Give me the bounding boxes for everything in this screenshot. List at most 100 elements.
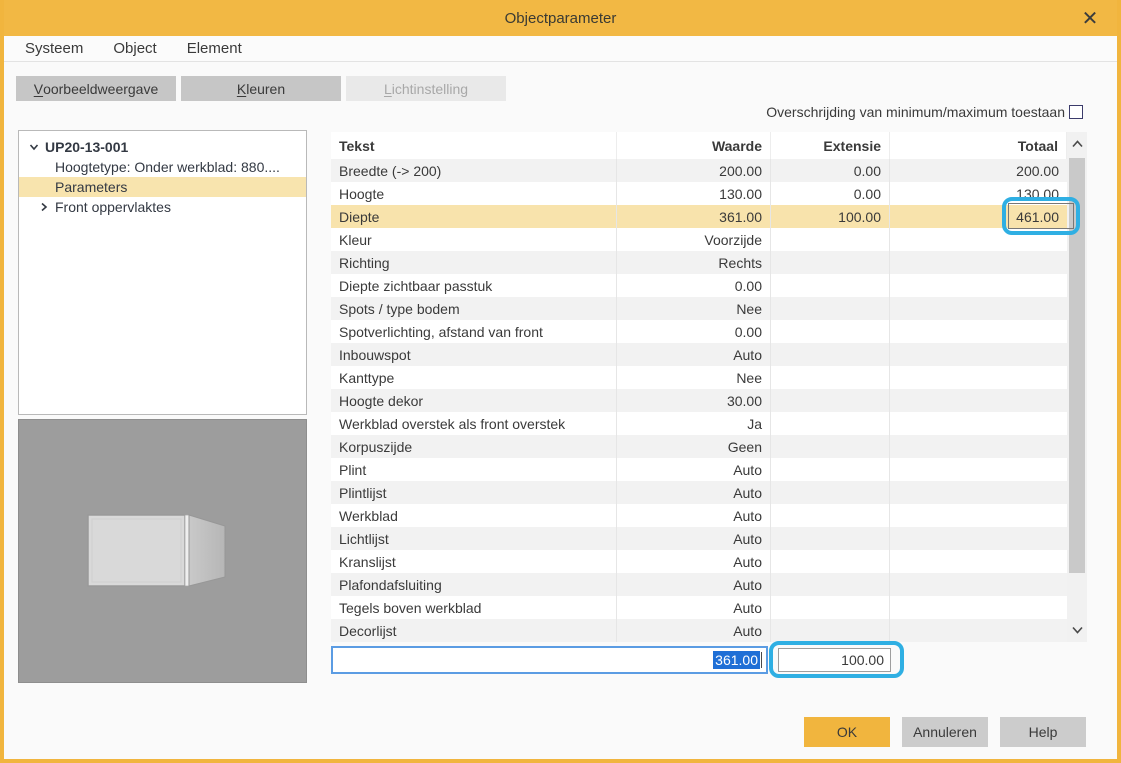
extensie-cell [771,550,890,573]
table-row[interactable]: Breedte (-> 200) 200.00 0.00 200.00 [331,159,1067,182]
waarde-cell: 361.00 [617,205,771,228]
extensie-cell [771,320,890,343]
table-row[interactable]: Kanttype Nee [331,366,1067,389]
waarde-cell: Nee [617,366,771,389]
totaal-cell [890,251,1067,274]
waarde-cell: Auto [617,343,771,366]
table-row[interactable]: Werkblad Auto [331,504,1067,527]
table-row[interactable]: Richting Rechts [331,251,1067,274]
table-row[interactable]: Plafondafsluiting Auto [331,573,1067,596]
tekst-cell: Richting [331,251,617,274]
table-row[interactable]: Kleur Voorzijde [331,228,1067,251]
waarde-cell: Auto [617,504,771,527]
extensie-cell [771,366,890,389]
table-row[interactable]: Werkblad overstek als front overstek Ja [331,412,1067,435]
tree-root-label: UP20-13-001 [45,139,129,155]
extensie-cell [771,481,890,504]
tree-root-item[interactable]: UP20-13-001 [19,137,306,157]
tree-item-front-oppervlaktes[interactable]: Front oppervlaktes [19,197,306,217]
extensie-cell [771,619,890,642]
header-extensie[interactable]: Extensie [771,132,890,159]
ok-button[interactable]: OK [804,717,890,747]
table-row[interactable]: Plintlijst Auto [331,481,1067,504]
menu-item-element[interactable]: Element [187,40,242,57]
waarde-cell: Auto [617,458,771,481]
table-row[interactable]: Tegels boven werkblad Auto [331,596,1067,619]
scrollbar-thumb[interactable] [1069,158,1085,573]
overflow-checkbox[interactable] [1069,105,1083,119]
table-row[interactable]: Kranslijst Auto [331,550,1067,573]
text-caret [761,652,762,668]
tekst-cell: Hoogte [331,182,617,205]
totaal-cell: 461.00 [1016,208,1059,225]
header-waarde[interactable]: Waarde [617,132,771,159]
waarde-cell: 130.00 [617,182,771,205]
waarde-cell: Auto [617,527,771,550]
close-icon[interactable]: ✕ [1077,5,1103,31]
selected-text: 361.00 [713,651,760,669]
totaal-cell [890,596,1067,619]
table-row[interactable]: Lichtlijst Auto [331,527,1067,550]
scroll-up-icon[interactable] [1067,132,1087,156]
table-row[interactable]: Korpuszijde Geen [331,435,1067,458]
totaal-cell [890,573,1067,596]
chevron-down-icon [29,144,39,151]
extensie-cell: 0.00 [771,182,890,205]
tekst-cell: Decorlijst [331,619,617,642]
table-header-row: Tekst Waarde Extensie Totaal [331,132,1067,159]
header-totaal[interactable]: Totaal [890,132,1067,159]
extensie-cell [771,504,890,527]
totaal-cell [890,458,1067,481]
tekst-cell: Spots / type bodem [331,297,617,320]
table-row[interactable]: Spots / type bodem Nee [331,297,1067,320]
extensie-cell: 0.00 [771,159,890,182]
tekst-cell: Diepte zichtbaar passtuk [331,274,617,297]
table-row[interactable]: Diepte 361.00 100.00 461.00 [331,205,1067,228]
tree-item-hoogtetype[interactable]: Hoogtetype: Onder werkblad: 880.... [19,157,306,177]
totaal-cell [890,504,1067,527]
table-row[interactable]: Spotverlichting, afstand van front 0.00 [331,320,1067,343]
totaal-cell: 130.00 [1016,185,1059,202]
table-row[interactable]: Inbouwspot Auto [331,343,1067,366]
chevron-right-icon [41,202,48,212]
waarde-cell: Rechts [617,251,771,274]
waarde-edit-input[interactable]: 361.00 [331,646,768,674]
totaal-cell [890,274,1067,297]
table-row[interactable]: Plint Auto [331,458,1067,481]
tekst-cell: Plint [331,458,617,481]
table-row[interactable]: Decorlijst Auto [331,619,1067,642]
table-row[interactable]: Hoogte 130.00 0.00 130.00 [331,182,1067,205]
tree-item-parameters[interactable]: Parameters [19,177,306,197]
overflow-option-row: Overschrijding van minimum/maximum toest… [766,104,1083,120]
overflow-checkbox-label: Overschrijding van minimum/maximum toest… [766,104,1065,120]
table-row[interactable]: Hoogte dekor 30.00 [331,389,1067,412]
extensie-cell [771,596,890,619]
tekst-cell: Plafondafsluiting [331,573,617,596]
extensie-cell: 100.00 [771,205,890,228]
parameter-table: Tekst Waarde Extensie Totaal Breedte (->… [331,132,1067,642]
extensie-cell [771,274,890,297]
tab-kleuren[interactable]: Kleuren [181,76,341,101]
table-row[interactable]: Diepte zichtbaar passtuk 0.00 [331,274,1067,297]
menu-item-object[interactable]: Object [113,40,156,57]
menu-item-systeem[interactable]: Systeem [25,40,83,57]
header-tekst[interactable]: Tekst [331,132,617,159]
tekst-cell: Werkblad overstek als front overstek [331,412,617,435]
help-button[interactable]: Help [1000,717,1086,747]
table-scrollbar[interactable] [1067,132,1087,642]
extensie-cell [771,389,890,412]
scroll-down-icon[interactable] [1067,618,1087,642]
tekst-cell: Kanttype [331,366,617,389]
annuleren-button[interactable]: Annuleren [902,717,988,747]
tab-voorbeeldweergave[interactable]: Voorbeeldweergave [16,76,176,101]
tree-children: Hoogtetype: Onder werkblad: 880.... Param… [19,157,306,217]
extensie-edit-input[interactable] [778,648,891,672]
preview-3d-viewport[interactable] [18,419,307,683]
waarde-cell: Geen [617,435,771,458]
tekst-cell: Kranslijst [331,550,617,573]
extensie-cell [771,458,890,481]
title-bar: Objectparameter ✕ [4,0,1117,36]
tekst-cell: Diepte [331,205,617,228]
waarde-cell: 30.00 [617,389,771,412]
extensie-cell [771,251,890,274]
